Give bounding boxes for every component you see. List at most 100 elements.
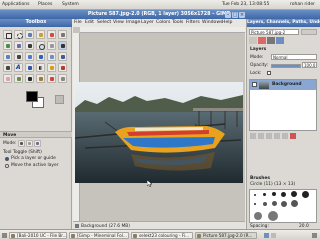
- paintbrush-tool-icon[interactable]: [58, 63, 67, 72]
- fuzzy-select-tool-icon[interactable]: [36, 30, 45, 39]
- paths-tool-icon[interactable]: [14, 41, 23, 50]
- brush-9[interactable]: [272, 201, 277, 206]
- duplicate-layer-icon[interactable]: [274, 133, 280, 139]
- taskbar-item-1[interactable]: [Bali-2010 UC - File Br...: [9, 232, 67, 239]
- layer-mode-dropdown[interactable]: Normal: [271, 54, 317, 60]
- menu-file[interactable]: File: [74, 20, 82, 25]
- delete-layer-icon[interactable]: [290, 133, 296, 139]
- brush-6[interactable]: [302, 191, 309, 198]
- brush-8[interactable]: [263, 202, 267, 206]
- flip-tool-icon[interactable]: [3, 63, 12, 72]
- menu-windows[interactable]: Windows: [202, 20, 223, 25]
- scissors-tool-icon[interactable]: [58, 30, 67, 39]
- system-menu[interactable]: System: [62, 2, 79, 7]
- brush-7[interactable]: [254, 203, 256, 205]
- blend-tool-icon[interactable]: [36, 63, 45, 72]
- brush-grid[interactable]: [249, 189, 317, 223]
- places-menu[interactable]: Places: [38, 2, 52, 7]
- clone-tool-icon[interactable]: [36, 74, 45, 83]
- navigate-icon[interactable]: [75, 224, 79, 228]
- image-window-title-bar[interactable]: Picture 587.jpg-2.0 (RGB, 1 layer) 3056x…: [0, 10, 320, 19]
- menu-select[interactable]: Select: [97, 20, 111, 25]
- horizontal-ruler[interactable]: [80, 27, 245, 33]
- minimize-icon[interactable]: –: [225, 11, 231, 18]
- airbrush-tool-icon[interactable]: [14, 74, 23, 83]
- brush-1[interactable]: [254, 194, 256, 196]
- workspace-1-icon[interactable]: [264, 233, 269, 238]
- menu-help[interactable]: Help: [222, 20, 232, 25]
- brush-12[interactable]: [254, 212, 262, 220]
- close-icon[interactable]: ×: [239, 11, 245, 18]
- taskbar-item-3[interactable]: selekt23 colouring - Fi...: [131, 232, 193, 239]
- trash-icon[interactable]: [312, 233, 317, 238]
- brush-13[interactable]: [268, 211, 278, 221]
- image-canvas[interactable]: [75, 82, 243, 183]
- undo-tab-icon[interactable]: [276, 37, 284, 44]
- opacity-value[interactable]: 100.0: [302, 62, 317, 68]
- align-tool-icon[interactable]: [3, 52, 12, 61]
- move-active-radio[interactable]: [5, 164, 9, 168]
- menu-edit[interactable]: Edit: [85, 20, 94, 25]
- clock[interactable]: Tue Feb 23, 13:08:55: [222, 2, 269, 7]
- image-selector[interactable]: Picture 587.jpg-2: [249, 29, 299, 35]
- zoom-tool-icon[interactable]: [36, 41, 45, 50]
- channels-tab-icon[interactable]: [258, 37, 266, 44]
- move-path-icon[interactable]: [34, 140, 41, 147]
- brush-11[interactable]: [291, 200, 298, 207]
- maximize-icon[interactable]: □: [232, 11, 238, 18]
- brush-4[interactable]: [281, 192, 286, 197]
- measure-tool-icon[interactable]: [47, 41, 56, 50]
- user-name[interactable]: rohan rider: [290, 2, 315, 7]
- smudge-tool-icon[interactable]: [58, 74, 67, 83]
- crop-tool-icon[interactable]: [14, 52, 23, 61]
- raise-layer-icon[interactable]: [258, 133, 264, 139]
- layer-name[interactable]: Background: [272, 82, 302, 87]
- taskbar-item-2[interactable]: [Gimp - Mineminal Fol...: [69, 232, 129, 239]
- lock-alpha-checkbox[interactable]: [267, 71, 271, 75]
- active-image-icon[interactable]: [55, 95, 64, 104]
- opacity-slider[interactable]: [271, 64, 301, 68]
- color-select-tool-icon[interactable]: [47, 30, 56, 39]
- move-layer-icon[interactable]: [18, 140, 25, 147]
- shear-tool-icon[interactable]: [47, 52, 56, 61]
- menu-tools[interactable]: Tools: [172, 20, 183, 25]
- layer-row-background[interactable]: Background: [250, 80, 316, 90]
- layers-tab-icon[interactable]: [249, 37, 257, 44]
- dock-title[interactable]: Layers, Channels, Paths, Undo...: [247, 19, 320, 27]
- rect-select-tool-icon[interactable]: [3, 30, 12, 39]
- taskbar-item-4[interactable]: Picture 587.jpg-2.0 (R...: [195, 232, 257, 239]
- color-picker-tool-icon[interactable]: [25, 41, 34, 50]
- foreground-select-tool-icon[interactable]: [3, 41, 12, 50]
- paths-tab-icon[interactable]: [267, 37, 275, 44]
- rotate-tool-icon[interactable]: [25, 52, 34, 61]
- foreground-color-swatch-top[interactable]: [26, 91, 38, 102]
- brush-5[interactable]: [291, 191, 297, 197]
- ink-tool-icon[interactable]: [25, 74, 34, 83]
- menu-view[interactable]: View: [113, 20, 124, 25]
- menu-layer[interactable]: Layer: [141, 20, 154, 25]
- eraser-tool-icon[interactable]: [3, 74, 12, 83]
- menu-image[interactable]: Image: [126, 20, 140, 25]
- brush-3[interactable]: [272, 192, 276, 196]
- workspace-2-icon[interactable]: [271, 233, 276, 238]
- move-tool-icon[interactable]: [58, 41, 67, 50]
- move-selection-icon[interactable]: [26, 140, 33, 147]
- auto-button[interactable]: [301, 29, 317, 35]
- pencil-tool-icon[interactable]: [47, 63, 56, 72]
- menu-colors[interactable]: Colors: [156, 20, 170, 25]
- lower-layer-icon[interactable]: [266, 133, 272, 139]
- applications-menu[interactable]: Applications: [2, 2, 30, 7]
- perspective-tool-icon[interactable]: [58, 52, 67, 61]
- show-desktop-icon[interactable]: [2, 233, 7, 238]
- heal-tool-icon[interactable]: [47, 74, 56, 83]
- pick-layer-radio[interactable]: [5, 157, 9, 161]
- brush-10[interactable]: [281, 201, 287, 207]
- layer-visibility-eye-icon[interactable]: [252, 82, 257, 87]
- menu-filters[interactable]: Filters: [186, 20, 200, 25]
- scale-tool-icon[interactable]: [36, 52, 45, 61]
- free-select-tool-icon[interactable]: [25, 30, 34, 39]
- new-layer-icon[interactable]: [250, 133, 256, 139]
- bucket-fill-tool-icon[interactable]: [25, 63, 34, 72]
- toolbox-title[interactable]: Toolbox: [0, 19, 72, 27]
- text-tool-icon[interactable]: A: [14, 63, 23, 72]
